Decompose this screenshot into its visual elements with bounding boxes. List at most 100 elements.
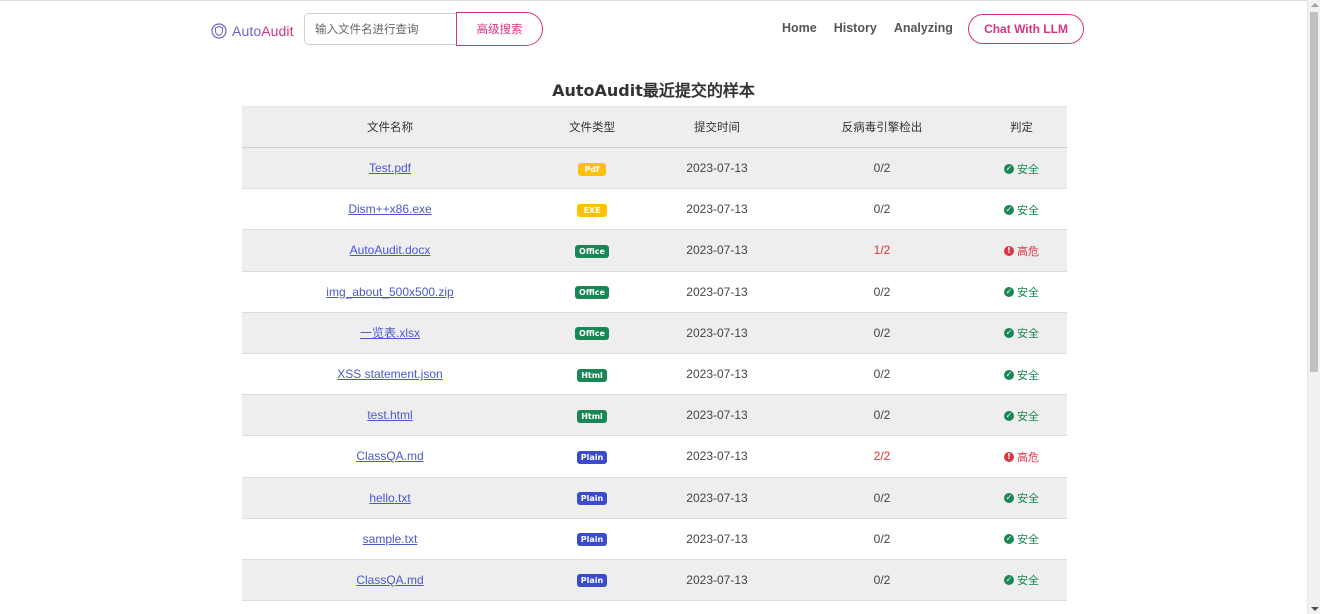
detection-count: 2/2: [873, 449, 891, 464]
verdict-badge: ✓ 安全: [1004, 572, 1039, 588]
check-circle-icon: ✓: [1004, 493, 1014, 504]
advanced-search-button[interactable]: 高级搜索: [456, 12, 543, 46]
file-name-cell: test.html: [242, 394, 538, 437]
av-detection-cell: 0/2: [788, 312, 976, 354]
detection-count: 0/2: [873, 202, 891, 217]
nav-history[interactable]: History: [834, 21, 877, 35]
file-name-cell: XSS statement.json: [242, 353, 538, 396]
detection-count: 0/2: [873, 161, 891, 176]
table-row: Test.pdf Pdf 2023-07-13 0/2 ✓ 安全: [242, 147, 1067, 190]
av-detection-cell: 0/2: [788, 394, 976, 437]
verdict-cell: ✓ 安全: [976, 147, 1067, 190]
detection-count: 0/2: [873, 367, 891, 382]
verdict-cell: ✓ 安全: [976, 559, 1067, 602]
table-row: test.html Html 2023-07-13 0/2 ✓ 安全: [242, 394, 1067, 437]
verdict-badge: ✓ 安全: [1004, 367, 1039, 383]
table-row: sample.txt Plain 2023-07-13 0/2 ✓ 安全: [242, 518, 1067, 560]
page-title: AutoAudit最近提交的样本: [552, 81, 755, 100]
file-type-badge: Html: [577, 368, 607, 382]
file-name-cell: AutoAudit.docx: [242, 229, 538, 272]
check-circle-icon: ✓: [1004, 163, 1014, 174]
check-circle-icon: ✓: [1004, 575, 1014, 586]
table-row: ClassQA.md Plain 2023-07-13 0/2 ✓ 安全: [242, 559, 1067, 602]
file-type-cell: EXE: [538, 188, 646, 231]
file-type-cell: Html: [538, 353, 646, 396]
file-name-cell: 一览表.xlsx: [242, 312, 538, 354]
av-detection-cell: 1/2: [788, 229, 976, 272]
verdict-badge: ✓ 安全: [1004, 325, 1039, 341]
detection-count: 1/2: [873, 243, 891, 258]
nav-home[interactable]: Home: [782, 21, 817, 35]
file-link[interactable]: sample.txt: [363, 532, 418, 546]
verdict-cell: ✓ 安全: [976, 477, 1067, 519]
submit-time-cell: 2023-07-13: [646, 188, 788, 231]
submit-time-cell: 2023-07-13: [646, 394, 788, 437]
samples-table: 文件名称 文件类型 提交时间 反病毒引擎检出 判定 Test.pdf Pdf 202…: [242, 106, 1067, 602]
verdict-label: 安全: [1017, 533, 1039, 547]
submit-time-cell: 2023-07-13: [646, 271, 788, 313]
submit-time-cell: 2023-07-13: [646, 435, 788, 478]
submit-time-cell: 2023-07-13: [646, 147, 788, 190]
av-detection-cell: 0/2: [788, 271, 976, 313]
file-link[interactable]: XSS statement.json: [337, 367, 442, 381]
file-link[interactable]: Dism++x86.exe: [348, 202, 431, 216]
file-link[interactable]: hello.txt: [369, 491, 410, 505]
detection-count: 0/2: [873, 490, 891, 505]
verdict-badge: ✓ 安全: [1004, 161, 1039, 177]
av-detection-cell: 0/2: [788, 147, 976, 190]
file-type-cell: Office: [538, 271, 646, 313]
file-type-badge: EXE: [577, 203, 607, 217]
verdict-label: 安全: [1017, 492, 1039, 506]
verdict-cell: ✓ 安全: [976, 271, 1067, 313]
scroll-up-arrow-icon[interactable]: [1311, 3, 1319, 7]
brand-name: AutoAudit: [232, 23, 294, 39]
file-type-badge: Plain: [576, 574, 608, 588]
file-link[interactable]: ClassQA.md: [356, 573, 423, 587]
verdict-label: 高危: [1017, 450, 1039, 464]
file-link[interactable]: Test.pdf: [369, 161, 411, 175]
av-detection-cell: 0/2: [788, 477, 976, 519]
file-link[interactable]: AutoAudit.docx: [350, 243, 431, 257]
table-row: Dism++x86.exe EXE 2023-07-13 0/2 ✓ 安全: [242, 188, 1067, 231]
shield-icon: [211, 23, 227, 39]
header-verdict: 判定: [976, 106, 1067, 148]
file-name-cell: ClassQA.md: [242, 559, 538, 602]
verdict-label: 安全: [1017, 368, 1039, 382]
detection-count: 0/2: [873, 572, 891, 587]
navbar: AutoAudit 高级搜索 Home History Analyzing Ch…: [0, 0, 1307, 60]
file-type-badge: Html: [577, 409, 607, 423]
file-type-cell: Plain: [538, 518, 646, 560]
submit-time-cell: 2023-07-13: [646, 559, 788, 602]
search-input[interactable]: [304, 13, 458, 45]
file-type-badge: Office: [575, 327, 609, 341]
file-type-cell: Plain: [538, 559, 646, 602]
vertical-scrollbar[interactable]: [1307, 0, 1320, 614]
chat-with-llm-button[interactable]: Chat With LLM: [968, 14, 1084, 44]
verdict-badge: ✓ 安全: [1004, 490, 1039, 506]
verdict-cell: ! 高危: [976, 229, 1067, 272]
file-link[interactable]: ClassQA.md: [356, 449, 423, 463]
nav-analyzing[interactable]: Analyzing: [894, 21, 953, 35]
av-detection-cell: 0/2: [788, 353, 976, 396]
file-link[interactable]: 一览表.xlsx: [360, 326, 420, 340]
exclamation-circle-icon: !: [1004, 245, 1014, 256]
file-name-cell: ClassQA.md: [242, 435, 538, 478]
verdict-label: 高危: [1017, 244, 1039, 258]
file-type-cell: Plain: [538, 477, 646, 519]
scroll-thumb[interactable]: [1310, 12, 1318, 372]
av-detection-cell: 0/2: [788, 559, 976, 602]
verdict-label: 安全: [1017, 574, 1039, 588]
file-link[interactable]: img_about_500x500.zip: [326, 285, 453, 299]
table-header-row: 文件名称 文件类型 提交时间 反病毒引擎检出 判定: [242, 106, 1067, 148]
table-row: 一览表.xlsx Office 2023-07-13 0/2 ✓ 安全: [242, 312, 1067, 354]
submit-time-cell: 2023-07-13: [646, 518, 788, 560]
file-type-badge: Office: [575, 286, 609, 300]
scroll-down-arrow-icon[interactable]: [1311, 607, 1319, 611]
brand-logo[interactable]: AutoAudit: [211, 21, 294, 41]
file-name-cell: img_about_500x500.zip: [242, 271, 538, 313]
file-link[interactable]: test.html: [367, 408, 412, 422]
table-row: ClassQA.md Plain 2023-07-13 2/2! 高危: [242, 435, 1067, 478]
file-type-cell: Office: [538, 229, 646, 272]
verdict-cell: ✓ 安全: [976, 518, 1067, 560]
file-type-badge: Plain: [576, 492, 608, 506]
